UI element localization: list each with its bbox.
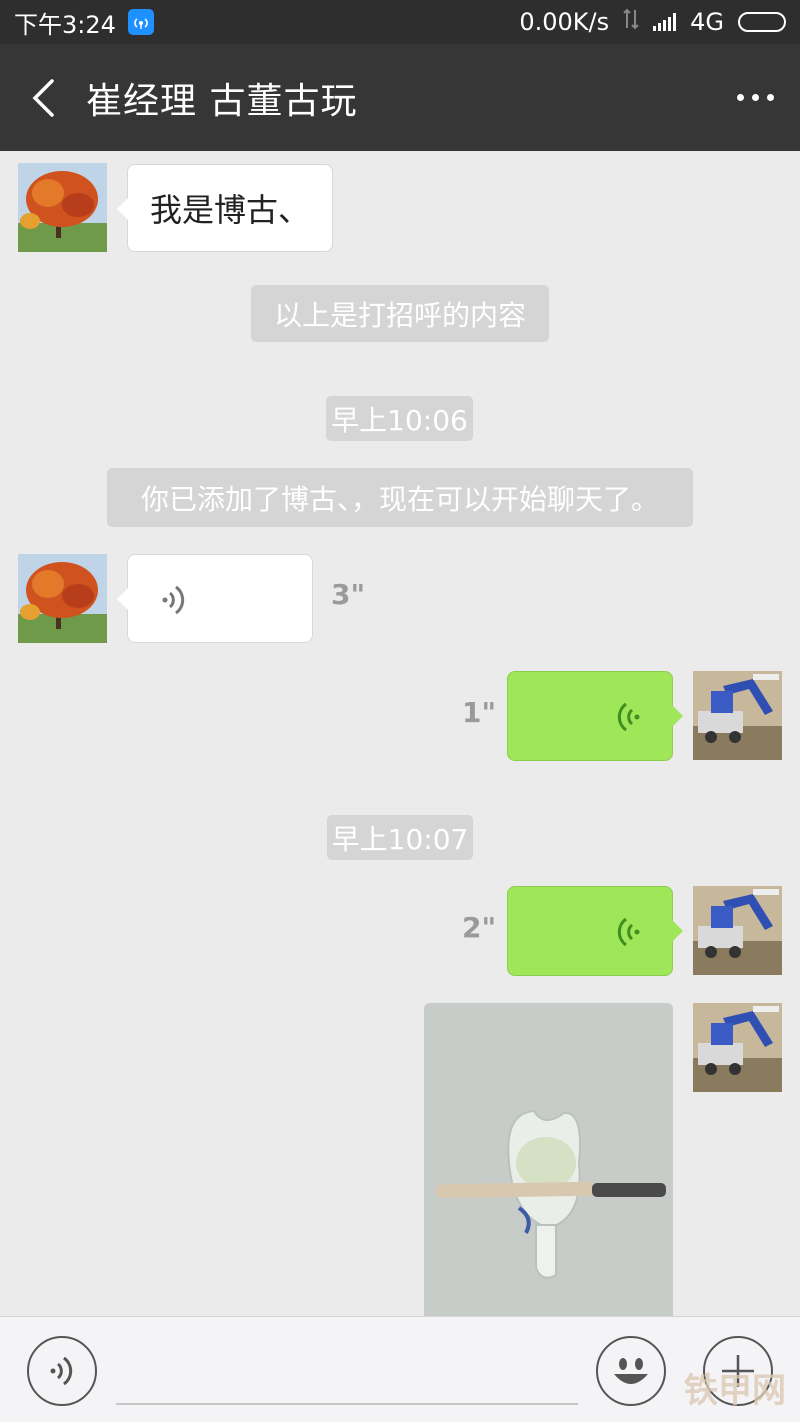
emoji-icon [614, 1358, 648, 1384]
voice-duration: 2" [462, 911, 497, 944]
voice-wave-icon [617, 917, 640, 947]
system-notice: 以上是打招呼的内容 [251, 285, 549, 342]
contact-avatar[interactable] [18, 554, 107, 643]
voice-duration: 3" [331, 578, 366, 611]
chat-title: 崔经理 古董古玩 [86, 80, 358, 122]
timestamp: 早上10:07 [327, 815, 473, 860]
voice-message-incoming[interactable] [117, 554, 313, 643]
battery-icon [738, 12, 786, 32]
voice-mode-icon [50, 1356, 73, 1386]
voice-mode-button[interactable] [27, 1336, 97, 1406]
contact-avatar[interactable] [18, 163, 107, 252]
data-arrows-icon [623, 8, 639, 36]
message-text: 我是博古、 [149, 191, 310, 229]
voice-message-outgoing[interactable] [507, 886, 683, 976]
voice-wave-icon [162, 585, 185, 615]
system-notice-text: 你已添加了博古、，现在可以开始聊天了。 [140, 482, 659, 516]
timestamp-text: 早上10:07 [331, 822, 469, 856]
timestamp: 早上10:06 [326, 396, 473, 441]
network-speed: 0.00K/s [519, 8, 610, 36]
message-input[interactable] [116, 1403, 578, 1405]
my-avatar[interactable] [693, 671, 782, 760]
status-time: 下午3:24 [14, 10, 116, 39]
message-bubble-incoming[interactable]: 我是博古、 [117, 164, 333, 252]
more-button[interactable] [710, 44, 800, 151]
watermark: 铁甲网 [684, 1371, 786, 1411]
system-notice-text: 以上是打招呼的内容 [273, 298, 526, 332]
input-bar: 铁甲网 [0, 1316, 800, 1422]
back-button[interactable] [0, 44, 86, 151]
more-dots-icon [736, 94, 744, 101]
photo-thumbnail [424, 1003, 673, 1316]
system-notice: 你已添加了博古、，现在可以开始聊天了。 [107, 468, 693, 527]
chat-header: 崔经理 古董古玩 [0, 44, 800, 151]
emoji-button[interactable] [596, 1336, 666, 1406]
status-bar: 下午3:24 0.00K/s 4G [0, 0, 800, 44]
voice-message-outgoing[interactable] [507, 671, 683, 761]
my-avatar[interactable] [693, 886, 782, 975]
chevron-left-icon [32, 78, 54, 117]
signal-icon [653, 13, 677, 31]
network-type: 4G [690, 8, 724, 36]
hotspot-icon [127, 9, 154, 35]
voice-duration: 1" [462, 696, 497, 729]
my-avatar[interactable] [693, 1003, 782, 1092]
message-list[interactable]: 我是博古、 以上是打招呼的内容 早上10:06 你已添加了博古、，现在可以开始聊… [0, 151, 800, 1316]
timestamp-text: 早上10:06 [331, 403, 468, 437]
image-message[interactable] [424, 1003, 673, 1316]
voice-wave-icon [617, 702, 640, 732]
